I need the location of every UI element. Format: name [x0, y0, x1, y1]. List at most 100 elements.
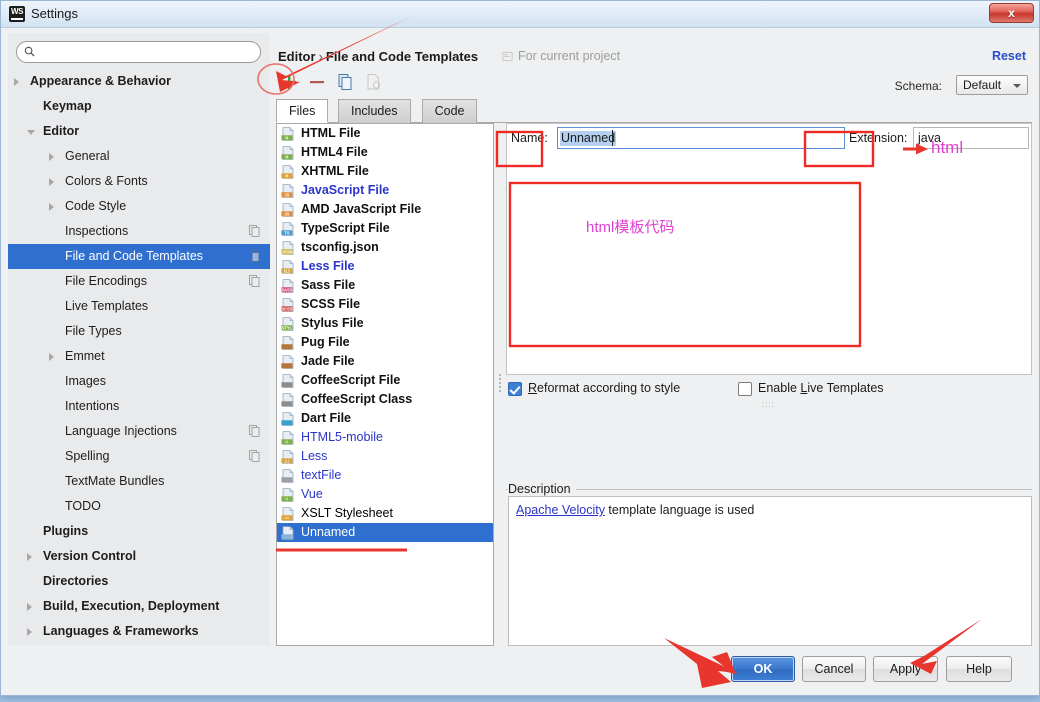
tab-code[interactable]: Code	[421, 99, 478, 123]
tab-includes[interactable]: Includes	[338, 99, 411, 123]
list-item[interactable]: H HTML5-mobile	[277, 428, 493, 447]
sidebar-item-label: Language Injections	[65, 424, 177, 438]
remove-button[interactable]	[304, 69, 330, 95]
sidebar-item-label: File and Code Templates	[65, 249, 204, 263]
ok-button[interactable]: OK	[731, 656, 795, 682]
sidebar-item-colors-fonts[interactable]: Colors & Fonts	[8, 169, 270, 194]
copy-icon[interactable]	[332, 69, 358, 95]
chevron-right-icon[interactable]	[49, 203, 54, 211]
apply-button[interactable]: Apply	[873, 656, 938, 682]
list-item[interactable]: STYL Stylus File	[277, 314, 493, 333]
list-item[interactable]: Dart File	[277, 409, 493, 428]
list-item-label: CoffeeScript Class	[301, 392, 413, 406]
sidebar-item-live-templates[interactable]: Live Templates	[8, 294, 270, 319]
list-item[interactable]: SCSS SCSS File	[277, 295, 493, 314]
sidebar-item-languages-frameworks[interactable]: Languages & Frameworks	[8, 619, 270, 644]
sidebar-item-general[interactable]: General	[8, 144, 270, 169]
sidebar-item-intentions[interactable]: Intentions	[8, 394, 270, 419]
list-item[interactable]: SASS Sass File	[277, 276, 493, 295]
list-item[interactable]: Unnamed	[277, 523, 493, 542]
ts-file-icon: TS	[281, 222, 294, 236]
svg-text:JSON: JSON	[281, 250, 292, 255]
sidebar-item-editor[interactable]: Editor	[8, 119, 270, 144]
xslt-file-icon: <>	[281, 507, 294, 521]
sidebar-item-appearance-behavior[interactable]: Appearance & Behavior	[8, 69, 270, 94]
sidebar-item-build-execution-deployment[interactable]: Build, Execution, Deployment	[8, 594, 270, 619]
live-templates-hint: ::::	[762, 400, 775, 409]
list-item[interactable]: {L} Less	[277, 447, 493, 466]
chevron-down-icon[interactable]	[27, 130, 35, 135]
list-item[interactable]: H HTML4 File	[277, 143, 493, 162]
list-item[interactable]: H HTML File	[277, 124, 493, 143]
search-input[interactable]	[41, 44, 254, 60]
tab-label: Code	[434, 104, 465, 118]
list-item[interactable]: Jade File	[277, 352, 493, 371]
name-input-value: Unnamed	[560, 131, 617, 146]
sidebar-item-label: Editor	[43, 124, 80, 138]
list-item[interactable]: CoffeeScript Class	[277, 390, 493, 409]
breadcrumb-parent[interactable]: Editor	[278, 49, 316, 64]
list-item[interactable]: JS AMD JavaScript File	[277, 200, 493, 219]
reformat-checkbox[interactable]	[508, 382, 522, 396]
sidebar-item-language-injections[interactable]: Language Injections	[8, 419, 270, 444]
list-item[interactable]: CoffeeScript File	[277, 371, 493, 390]
svg-text:SCSS: SCSS	[281, 307, 292, 312]
chevron-right-icon[interactable]	[27, 628, 32, 636]
list-item-label: TypeScript File	[301, 221, 390, 235]
sidebar-item-plugins[interactable]: Plugins	[8, 519, 270, 544]
sidebar-item-images[interactable]: Images	[8, 369, 270, 394]
svg-text:H: H	[285, 440, 288, 445]
cancel-button[interactable]: Cancel	[802, 656, 866, 682]
splitter-grip	[499, 374, 502, 396]
sidebar-item-emmet[interactable]: Emmet	[8, 344, 270, 369]
apache-velocity-link[interactable]: Apache Velocity	[516, 503, 605, 517]
panel-splitter[interactable]	[496, 123, 506, 646]
schema-select[interactable]: Default	[956, 75, 1028, 95]
search-box[interactable]	[16, 41, 261, 63]
list-item[interactable]: Pug File	[277, 333, 493, 352]
sidebar-item-file-and-code-templates[interactable]: File and Code Templates	[8, 244, 270, 269]
sidebar-item-directories[interactable]: Directories	[8, 569, 270, 594]
sidebar-item-inspections[interactable]: Inspections	[8, 219, 270, 244]
sidebar-item-code-style[interactable]: Code Style	[8, 194, 270, 219]
list-item[interactable]: H Vue	[277, 485, 493, 504]
reset-link[interactable]: Reset	[992, 49, 1026, 63]
templates-list[interactable]: H HTML File H HTML4 File H XHTML File JS JavaSc…	[276, 123, 494, 646]
name-label: Name:	[511, 131, 548, 145]
stylus-file-icon: STYL	[281, 317, 294, 331]
close-icon[interactable]: x	[989, 3, 1034, 23]
sidebar-item-todo[interactable]: TODO	[8, 494, 270, 519]
template-code-editor[interactable]: html模板代码	[508, 154, 1030, 373]
sidebar-item-label: Spelling	[65, 449, 110, 463]
sidebar-item-version-control[interactable]: Version Control	[8, 544, 270, 569]
list-item-label: CoffeeScript File	[301, 373, 401, 387]
chevron-right-icon[interactable]	[27, 603, 32, 611]
sidebar-item-keymap[interactable]: Keymap	[8, 94, 270, 119]
list-item[interactable]: JS JavaScript File	[277, 181, 493, 200]
tab-files[interactable]: Files	[276, 99, 329, 123]
sidebar-item-file-encodings[interactable]: File Encodings	[8, 269, 270, 294]
list-item-label: HTML4 File	[301, 145, 368, 159]
list-item[interactable]: textFile	[277, 466, 493, 485]
list-item[interactable]: {L} Less File	[277, 257, 493, 276]
sidebar-item-spelling[interactable]: Spelling	[8, 444, 270, 469]
add-button[interactable]	[276, 69, 302, 95]
chevron-right-icon[interactable]	[49, 178, 54, 186]
list-item[interactable]: JSON tsconfig.json	[277, 238, 493, 257]
sidebar-item-file-types[interactable]: File Types	[8, 319, 270, 344]
chevron-right-icon[interactable]	[49, 353, 54, 361]
list-item[interactable]: TS TypeScript File	[277, 219, 493, 238]
chevron-right-icon[interactable]	[49, 153, 54, 161]
list-item[interactable]: <> XSLT Stylesheet	[277, 504, 493, 523]
chevron-right-icon[interactable]	[27, 553, 32, 561]
help-button[interactable]: Help	[946, 656, 1012, 682]
list-item[interactable]: H XHTML File	[277, 162, 493, 181]
chevron-right-icon[interactable]	[14, 78, 19, 86]
breadcrumb: Editor › File and Code Templates	[278, 49, 478, 64]
breadcrumb-separator: ›	[318, 49, 323, 64]
unnamed-file-icon	[281, 526, 294, 540]
copy-icon	[249, 275, 260, 287]
chevron-down-icon	[1013, 84, 1021, 88]
live-templates-checkbox[interactable]	[738, 382, 752, 396]
sidebar-item-textmate-bundles[interactable]: TextMate Bundles	[8, 469, 270, 494]
